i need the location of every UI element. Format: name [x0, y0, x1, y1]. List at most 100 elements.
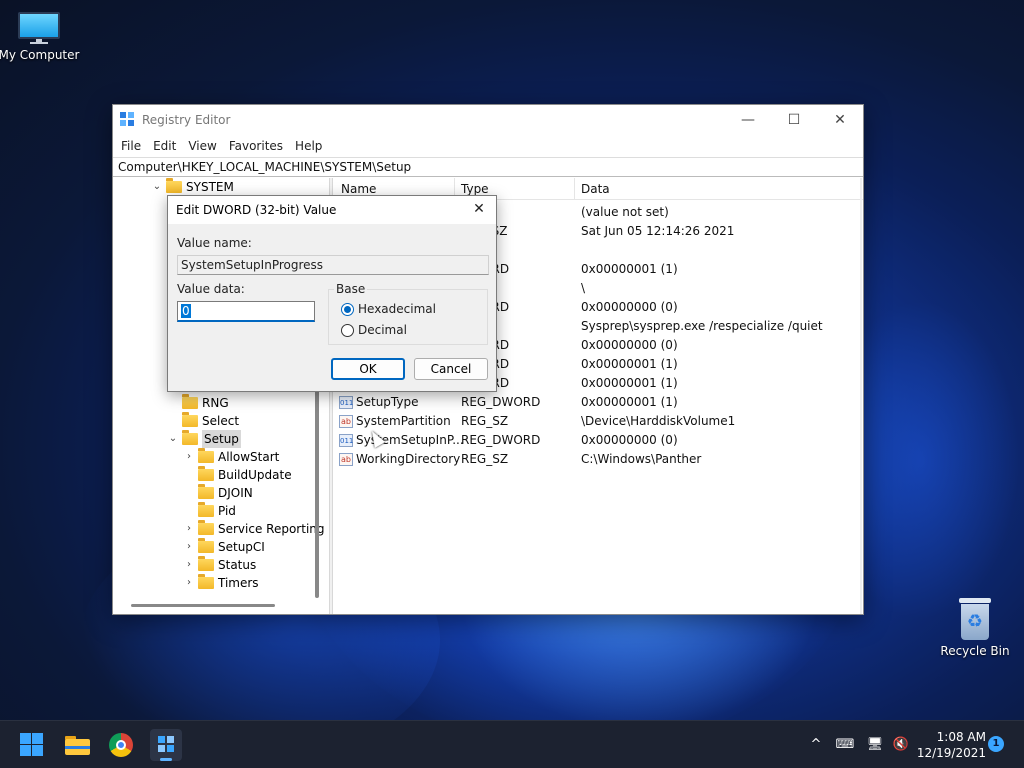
value-type-cell: REG_DWORD [461, 395, 541, 409]
dialog-title-bar[interactable]: Edit DWORD (32-bit) Value ✕ [168, 196, 496, 224]
tree-item-label: Timers [218, 576, 259, 590]
column-name[interactable]: Name [341, 182, 376, 196]
notification-badge[interactable]: 1 [988, 736, 1004, 752]
registry-editor-taskbar-icon[interactable] [150, 729, 182, 761]
file-explorer-icon[interactable] [61, 729, 93, 761]
value-name-cell: 011 SetupType [339, 393, 419, 412]
desktop-icon-my-computer[interactable]: My Computer [0, 12, 84, 62]
value-data-cell: 0x00000001 (1) [581, 262, 678, 276]
folder-icon [198, 538, 214, 553]
radio-selected-icon[interactable] [341, 302, 354, 316]
ok-button[interactable]: OK [331, 358, 405, 380]
value-data-cell: \Device\HarddiskVolume1 [581, 414, 736, 428]
chrome-icon[interactable] [105, 729, 137, 761]
folder-icon [182, 412, 198, 427]
tree-item-label: Setup [202, 430, 241, 448]
list-row[interactable]: ab SystemPartition REG_SZ \Device\HarddiskV… [333, 412, 863, 431]
menu-edit[interactable]: Edit [147, 139, 182, 153]
computer-icon [18, 12, 60, 44]
chevron-right-icon[interactable]: › [183, 574, 195, 592]
value-type-cell: REG_DWORD [461, 433, 541, 447]
value-data-cell: \ [581, 281, 586, 295]
radio-hexadecimal[interactable]: Hexadecimal [341, 302, 436, 316]
tree-item-label: Pid [218, 504, 236, 518]
tree-item-allowstart[interactable]: › AllowStart [183, 448, 279, 466]
list-row[interactable]: 011 SetupType REG_DWORD 0x00000001 (1) [333, 393, 863, 412]
folder-icon [198, 484, 214, 499]
volume-muted-icon[interactable]: 🔇 [890, 721, 912, 768]
menu-bar: File Edit View Favorites Help [113, 135, 863, 157]
chevron-down-icon[interactable]: ⌄ [151, 178, 163, 196]
tree-item-service-reporting[interactable]: › Service Reporting [183, 520, 325, 538]
tree-item-djoin[interactable]: DJOIN [183, 484, 253, 502]
chevron-down-icon[interactable]: ⌄ [167, 430, 179, 448]
tree-item-label: DJOIN [218, 486, 253, 500]
tree-item-status[interactable]: › Status [183, 556, 256, 574]
radio-decimal[interactable]: Decimal [341, 323, 407, 337]
tree-item-select[interactable]: Select [167, 412, 239, 430]
tree-item-setup[interactable]: ⌄ Setup [167, 430, 241, 448]
desktop-icon-recycle-bin[interactable]: ♻ Recycle Bin [930, 598, 1020, 658]
registry-editor-icon [120, 112, 136, 128]
title-bar[interactable]: Registry Editor — ☐ ✕ [113, 105, 863, 135]
menu-favorites[interactable]: Favorites [223, 139, 289, 153]
list-row[interactable]: 011 SystemSetupInP... REG_DWORD 0x00000000 … [333, 431, 863, 450]
tree-item-label: RNG [202, 396, 229, 410]
list-scrollbar[interactable] [860, 178, 862, 614]
value-name-field: SystemSetupInProgress [177, 255, 489, 275]
value-data-input[interactable]: 0 [177, 301, 315, 322]
value-data-cell: 0x00000000 (0) [581, 300, 678, 314]
dialog-title: Edit DWORD (32-bit) Value [176, 203, 337, 217]
chevron-right-icon[interactable]: › [183, 538, 195, 556]
tree-item-rng[interactable]: RNG [167, 394, 229, 412]
list-row[interactable]: ab WorkingDirectory REG_SZ C:\Windows\Panth… [333, 450, 863, 469]
column-type[interactable]: Type [461, 182, 489, 196]
address-bar[interactable]: Computer\HKEY_LOCAL_MACHINE\SYSTEM\Setup [113, 157, 863, 177]
value-data-cell: 0x00000000 (0) [581, 338, 678, 352]
start-icon[interactable] [16, 729, 48, 761]
value-type-cell: REG_SZ [461, 452, 509, 466]
dword-value-icon: 011 [339, 396, 353, 409]
value-name-cell: 011 SystemSetupInP... [339, 431, 464, 450]
desktop-icon-label: Recycle Bin [940, 644, 1010, 658]
edit-dword-dialog: Edit DWORD (32-bit) Value ✕ Value name: … [167, 195, 497, 392]
maximize-button[interactable]: ☐ [771, 105, 817, 135]
base-groupbox: Base Hexadecimal Decimal [328, 282, 488, 345]
menu-help[interactable]: Help [289, 139, 328, 153]
value-data-cell: 0x00000001 (1) [581, 376, 678, 390]
value-name-text: WorkingDirectory [356, 452, 461, 466]
window-title: Registry Editor [142, 113, 231, 127]
network-icon[interactable]: 🖥 [864, 721, 886, 768]
close-button[interactable]: ✕ [817, 105, 863, 135]
radio-unselected-icon[interactable] [341, 323, 354, 337]
desktop-icon-label: My Computer [0, 48, 80, 62]
minimize-button[interactable]: — [725, 105, 771, 135]
menu-file[interactable]: File [115, 139, 147, 153]
tree-item-system[interactable]: ⌄ SYSTEM [151, 178, 234, 196]
folder-icon [182, 430, 198, 445]
chevron-up-icon[interactable]: ^ [806, 721, 826, 768]
value-data-cell: 0x00000000 (0) [581, 433, 678, 447]
tree-item-pid[interactable]: Pid [183, 502, 236, 520]
tree-horizontal-scrollbar[interactable] [131, 604, 275, 607]
dialog-close-button[interactable]: ✕ [470, 200, 488, 218]
folder-icon [182, 394, 198, 409]
cancel-button[interactable]: Cancel [414, 358, 488, 380]
tree-item-label: Service Reporting [218, 522, 325, 536]
chevron-right-icon[interactable]: › [183, 556, 195, 574]
tree-item-setupci[interactable]: › SetupCI [183, 538, 265, 556]
radio-label: Hexadecimal [358, 302, 436, 316]
chevron-right-icon[interactable]: › [183, 448, 195, 466]
tree-item-buildupdate[interactable]: BuildUpdate [183, 466, 292, 484]
tree-item-timers[interactable]: › Timers [183, 574, 259, 592]
menu-view[interactable]: View [182, 139, 222, 153]
value-data-text: 0 [181, 304, 191, 318]
value-name-cell: ab SystemPartition [339, 412, 451, 431]
taskbar-clock[interactable]: 1:08 AM 12/19/2021 [916, 729, 986, 761]
tree-item-label: Status [218, 558, 257, 572]
chevron-right-icon[interactable]: › [183, 520, 195, 538]
folder-icon [198, 520, 214, 535]
keyboard-icon[interactable]: ⌨ [834, 721, 856, 768]
tree-item-label: Select [202, 414, 240, 428]
column-data[interactable]: Data [581, 182, 610, 196]
